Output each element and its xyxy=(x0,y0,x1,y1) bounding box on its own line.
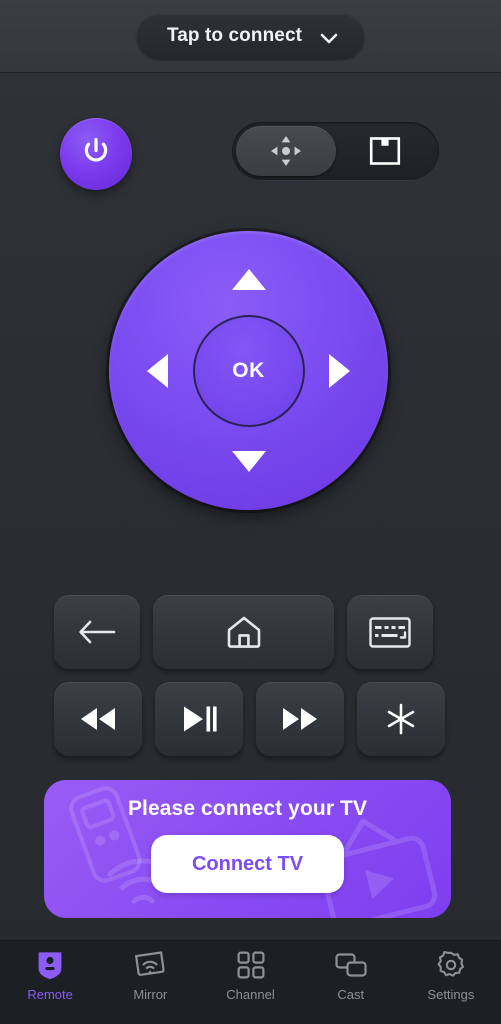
rewind-icon xyxy=(77,706,119,732)
home-icon xyxy=(226,615,262,649)
home-button[interactable] xyxy=(153,595,334,669)
nav-label-cast: Cast xyxy=(337,987,365,1002)
fast-forward-button[interactable] xyxy=(256,682,344,756)
play-pause-icon xyxy=(181,705,217,733)
nav-item-remote[interactable]: Remote xyxy=(0,950,100,1002)
nav-label-settings: Settings xyxy=(427,987,475,1002)
nav-label-remote: Remote xyxy=(27,987,73,1002)
options-button[interactable] xyxy=(357,682,445,756)
chevron-down-icon xyxy=(320,31,338,43)
dpad-ring[interactable]: OK xyxy=(109,231,388,510)
power-and-mode-row xyxy=(0,118,501,192)
nav-item-mirror[interactable]: Mirror xyxy=(100,950,200,1002)
dpad-mode-icon xyxy=(267,132,305,170)
connect-tv-banner: Please connect your TV Connect TV xyxy=(44,780,451,918)
dpad-left-button[interactable] xyxy=(147,353,168,388)
dpad-down-button[interactable] xyxy=(231,451,266,472)
play-pause-button[interactable] xyxy=(155,682,243,756)
control-button-grid xyxy=(54,595,447,769)
dpad-right-button[interactable] xyxy=(329,353,350,388)
remote-icon xyxy=(37,950,63,980)
keyboard-icon xyxy=(369,616,411,648)
rewind-button[interactable] xyxy=(54,682,142,756)
gear-icon xyxy=(437,950,465,980)
mode-option-dpad[interactable] xyxy=(236,126,336,176)
power-button[interactable] xyxy=(60,118,132,190)
control-row-media xyxy=(54,682,447,756)
dpad-ok-button[interactable]: OK xyxy=(192,314,305,427)
back-arrow-icon xyxy=(78,619,116,645)
tap-to-connect-button[interactable]: Tap to connect xyxy=(136,13,365,59)
asterisk-icon xyxy=(384,702,418,736)
power-icon xyxy=(79,135,113,174)
nav-label-mirror: Mirror xyxy=(133,987,168,1002)
nav-item-channel[interactable]: Channel xyxy=(200,950,300,1002)
dpad-control: OK xyxy=(109,231,388,510)
back-button[interactable] xyxy=(54,595,140,669)
control-row-navigation xyxy=(54,595,447,669)
fast-forward-icon xyxy=(279,706,321,732)
mirror-icon xyxy=(134,950,166,980)
nav-label-channel: Channel xyxy=(226,987,275,1002)
nav-item-settings[interactable]: Settings xyxy=(401,950,501,1002)
tap-to-connect-label: Tap to connect xyxy=(166,25,303,46)
top-bar: Tap to connect xyxy=(0,0,501,73)
channel-grid-icon xyxy=(237,950,265,980)
cast-icon xyxy=(335,950,367,980)
dpad-up-button[interactable] xyxy=(231,269,266,290)
connect-tv-button[interactable]: Connect TV xyxy=(151,835,344,893)
mode-option-touchpad[interactable] xyxy=(336,126,436,176)
banner-title: Please connect your TV xyxy=(127,797,368,820)
bottom-navigation-bar: Remote Mirror Channel Cast Settings xyxy=(0,940,501,1024)
touchpad-mode-icon xyxy=(369,136,401,166)
mode-toggle[interactable] xyxy=(232,122,439,180)
nav-item-cast[interactable]: Cast xyxy=(301,950,401,1002)
keyboard-button[interactable] xyxy=(347,595,433,669)
dpad-ok-label: OK xyxy=(232,358,265,382)
connect-tv-label: Connect TV xyxy=(191,852,304,875)
remote-app-screen: Tap to connect OK Please connect your TV… xyxy=(0,0,501,1024)
